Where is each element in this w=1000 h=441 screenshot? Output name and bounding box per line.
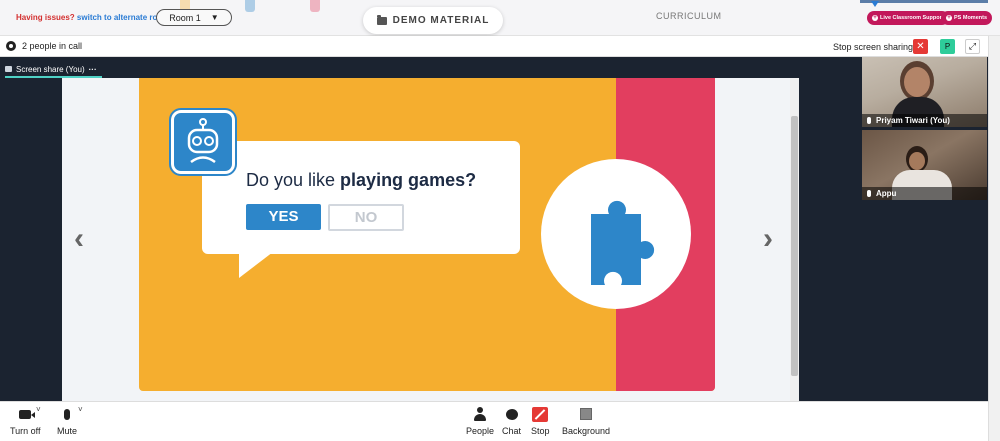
participant-tile-priyam[interactable]: Priyam Tiwari (You) <box>862 57 987 127</box>
stop-sharing-button[interactable]: ✕ <box>913 39 928 54</box>
stop-share-icon <box>532 406 549 422</box>
speech-bubble-tail <box>239 252 273 278</box>
ps-moments-button[interactable]: + PS Moments <box>941 11 993 25</box>
more-options-icon[interactable]: ··· <box>89 65 97 74</box>
participant-name-bar: Appu <box>862 187 987 200</box>
next-slide-icon[interactable]: › <box>763 224 773 254</box>
call-header: 2 people in call Stop screen sharing ✕ P… <box>0 36 988 57</box>
chat-label: Chat <box>502 426 522 436</box>
ps-moments-label: PS Moments <box>954 15 988 21</box>
people-button[interactable]: People <box>466 406 494 436</box>
screen-share-label: Screen share (You) <box>16 64 85 74</box>
slide-question: Do you like playing games? <box>246 170 476 191</box>
call-toolbar: Turn off ˅ Mute ˅ People Chat Stop Backg… <box>0 401 988 441</box>
background-button[interactable]: Background <box>562 406 610 436</box>
chat-button[interactable]: Chat <box>502 406 521 436</box>
page-scrollbar[interactable] <box>988 36 1000 441</box>
scroll-thumb[interactable] <box>791 116 798 376</box>
tab-pointer-icon <box>871 1 879 7</box>
presenter-badge[interactable]: P <box>940 39 955 54</box>
prev-slide-icon[interactable]: ‹ <box>74 224 84 254</box>
expand-icon[interactable]: ⤢ <box>965 39 980 54</box>
participant-tile-appu[interactable]: Appu <box>862 130 987 200</box>
caret-down-icon: ▼ <box>210 13 219 22</box>
people-icon <box>474 407 487 421</box>
no-button[interactable]: NO <box>328 204 404 231</box>
room-value: Room 1 <box>169 12 201 23</box>
participant-face <box>909 152 925 170</box>
participant-name: Priyam Tiwari (You) <box>876 116 950 125</box>
background-label: Background <box>562 426 611 436</box>
room-select[interactable]: Room 1 ▼ <box>156 9 232 26</box>
curriculum-tab[interactable]: CURRICULUM <box>656 11 722 21</box>
top-bar: Having issues? switch to alternate room … <box>0 0 1000 36</box>
question-prefix: Do you like <box>246 170 341 190</box>
participant-name: Appu <box>876 189 897 198</box>
mic-options-chevron-icon[interactable]: ˅ <box>78 405 83 414</box>
people-count: 2 people in call <box>22 41 83 51</box>
active-tab-marker <box>860 0 988 3</box>
camera-options-chevron-icon[interactable]: ˅ <box>36 405 41 414</box>
participant-name-bar: Priyam Tiwari (You) <box>862 114 987 127</box>
demo-material-label: DEMO MATERIAL <box>392 15 490 26</box>
question-bold: playing games? <box>340 170 477 190</box>
live-support-label: Live Classroom Support <box>880 15 944 21</box>
demo-material-button[interactable]: DEMO MATERIAL <box>363 7 503 34</box>
folder-icon <box>376 14 387 25</box>
background-icon <box>580 408 593 420</box>
slide: Do you like playing games? YES NO <box>139 78 715 391</box>
robot-icon <box>169 108 237 176</box>
video-stage: Screen share (You) ··· ‹ › Do you like p… <box>0 57 988 401</box>
camera-label: Turn off <box>10 426 41 436</box>
puzzle-circle <box>541 159 691 309</box>
shared-screen-scrollbar[interactable] <box>790 78 799 401</box>
stop-sharing-label: Stop screen sharing <box>833 42 914 52</box>
issues-label: Having issues? <box>16 13 75 22</box>
gear-icon[interactable] <box>6 41 16 51</box>
people-label: People <box>466 426 495 436</box>
mic-icon <box>64 408 70 420</box>
participant-face <box>904 67 930 97</box>
stop-label: Stop <box>531 426 550 436</box>
yes-button[interactable]: YES <box>246 204 321 230</box>
mic-icon <box>867 117 871 124</box>
live-support-button[interactable]: + Live Classroom Support <box>867 11 949 25</box>
chat-icon <box>505 408 518 420</box>
monitor-icon <box>5 66 12 72</box>
issues-notice: Having issues? switch to alternate room <box>16 13 169 22</box>
speech-bubble <box>202 141 520 254</box>
plus-icon: + <box>872 15 878 21</box>
screen-share-tab[interactable]: Screen share (You) ··· <box>5 61 97 77</box>
plus-icon: + <box>946 15 952 21</box>
mute-button[interactable]: Mute <box>57 406 77 436</box>
mic-icon <box>867 190 871 197</box>
mute-label: Mute <box>57 426 78 436</box>
stop-share-button[interactable]: Stop <box>531 406 550 436</box>
puzzle-icon <box>591 200 655 285</box>
camera-icon <box>19 409 36 419</box>
